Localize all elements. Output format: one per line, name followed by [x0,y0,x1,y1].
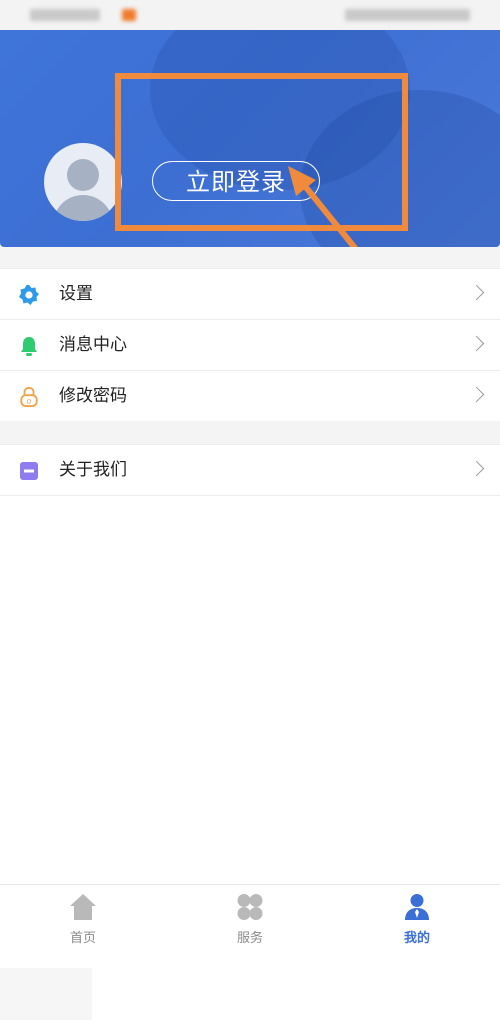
bell-icon [21,337,37,356]
status-bar [0,0,500,30]
menu-item-label: 修改密码 [59,386,127,406]
menu-item-settings[interactable]: 设置 [0,269,500,320]
gear-icon [19,285,39,305]
chevron-right-icon [468,386,485,403]
status-bar-blurred-indicator [122,9,136,21]
menu-section-main: 设置 消息中心 0 修改密码 [0,268,500,422]
menu-item-label: 消息中心 [59,335,127,355]
system-gesture-area [0,968,92,1020]
avatar-head-shape [67,159,99,191]
status-bar-blurred-left [30,9,100,21]
avatar[interactable] [44,143,122,221]
section-divider [0,421,500,444]
profile-page: 立即登录 设置 消息中心 0 修改密码 关于我们 首页 服务 我的 [0,0,500,1020]
bottom-navigation: 首页 服务 我的 [0,884,500,957]
home-icon [70,894,96,920]
chevron-right-icon [468,284,485,301]
menu-item-label: 关于我们 [59,460,127,480]
menu-item-change-password[interactable]: 0 修改密码 [0,371,500,422]
nav-tab-profile[interactable]: 我的 [334,885,500,957]
chevron-right-icon [468,335,485,352]
menu-item-about-us[interactable]: 关于我们 [0,445,500,496]
svg-text:0: 0 [27,397,32,406]
menu-item-message-center[interactable]: 消息中心 [0,320,500,371]
status-bar-blurred-right [345,9,470,21]
services-icon [237,894,263,920]
profile-icon [405,894,429,920]
nav-tab-label: 我的 [403,931,430,946]
nav-tab-services[interactable]: 服务 [167,885,333,957]
about-icon [20,462,38,480]
section-divider [0,247,500,268]
menu-section-about: 关于我们 [0,444,500,496]
nav-tab-home[interactable]: 首页 [0,885,166,957]
nav-tab-label: 首页 [69,931,96,946]
menu-item-label: 设置 [59,284,93,304]
lock-icon: 0 [20,387,38,407]
chevron-right-icon [468,460,485,477]
nav-tab-label: 服务 [236,931,263,946]
avatar-body-shape [53,195,113,221]
